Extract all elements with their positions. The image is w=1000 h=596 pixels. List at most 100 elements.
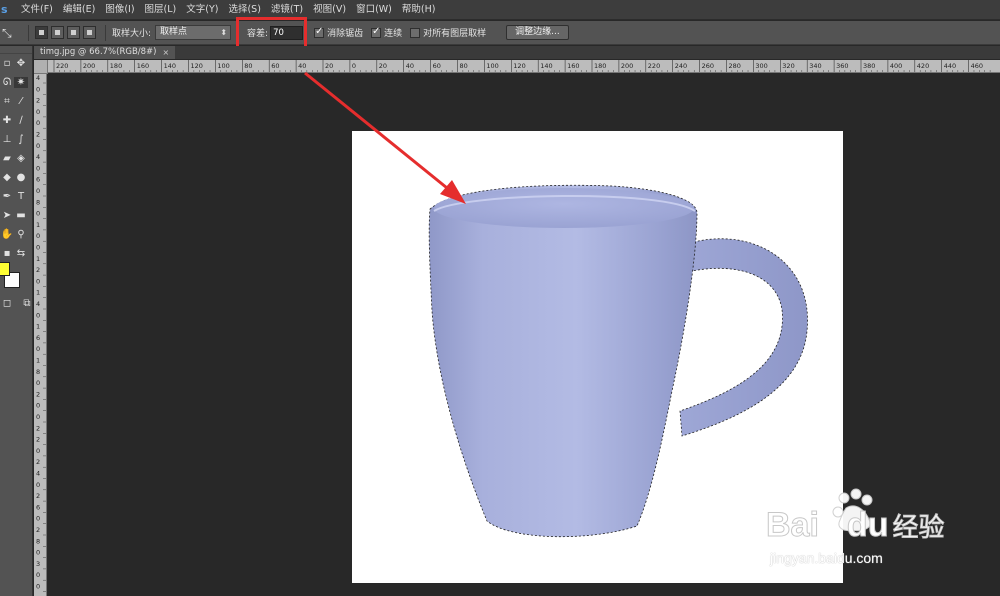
menu-image[interactable]: 图像(I) — [100, 0, 139, 20]
add-selection-mode-button[interactable] — [51, 26, 64, 39]
separator — [28, 24, 29, 41]
move-tool-icon[interactable]: ✥ — [14, 58, 28, 69]
ruler-v-label: 6 — [36, 334, 40, 342]
brush-tool-icon[interactable]: ∕ — [14, 115, 28, 126]
ruler-h-label: 80 — [460, 62, 468, 70]
ruler-h-label: 280 — [729, 62, 741, 70]
ruler-h-label: 120 — [191, 62, 203, 70]
foreground-color-swatch[interactable] — [0, 262, 10, 276]
ruler-v-label: 0 — [36, 413, 40, 421]
mug-handle — [679, 238, 808, 437]
paint-bucket-icon[interactable]: ◈ — [14, 153, 28, 164]
document-tab[interactable]: timg.jpg @ 66.7%(RGB/8#) × — [34, 46, 176, 59]
menu-edit[interactable]: 编辑(E) — [58, 0, 100, 20]
ruler-h-label: 60 — [271, 62, 279, 70]
marquee-tool-icon[interactable]: ▫ — [0, 58, 14, 69]
hand-tool-icon[interactable]: ✋ — [0, 229, 14, 240]
ruler-h-label: 160 — [567, 62, 579, 70]
ruler-h-label: 300 — [755, 62, 767, 70]
ruler-h-label: 20 — [379, 62, 387, 70]
type-tool-icon[interactable]: T — [14, 191, 28, 202]
menu-bar: s 文件(F) 编辑(E) 图像(I) 图层(L) 文字(Y) 选择(S) 滤镜… — [0, 0, 1000, 20]
ruler-h-label: 380 — [863, 62, 875, 70]
default-colors-icon[interactable]: ▪ — [0, 248, 14, 259]
ruler-v-label: 0 — [36, 571, 40, 579]
ruler-v-label: 2 — [36, 458, 40, 466]
sample-size-select[interactable]: 取样点 — [155, 25, 232, 40]
ruler-h-label: 100 — [217, 62, 229, 70]
intersect-selection-mode-button[interactable] — [83, 26, 96, 39]
subtract-selection-mode-button[interactable] — [67, 26, 80, 39]
ruler-h-label: 260 — [702, 62, 714, 70]
horizontal-ruler[interactable]: 220 200 180 160 140 120 100 80 60 40 20 0 20 40 60 80 10… — [48, 60, 1000, 73]
lasso-tool-icon[interactable]: ᘏ — [0, 77, 14, 88]
ruler-h-label: 0 — [352, 62, 356, 70]
ruler-v-label: 8 — [36, 198, 40, 206]
menu-items: 文件(F) 编辑(E) 图像(I) 图层(L) 文字(Y) 选择(S) 滤镜(T… — [16, 0, 440, 20]
menu-view[interactable]: 视图(V) — [308, 0, 351, 20]
ruler-v-label: 0 — [36, 583, 40, 591]
vertical-ruler-ticks: 4 0 2 0 0 2 0 4 0 6 0 8 0 1 0 0 1 2 0 1 4 0 1 6 0 1 8 0 2 0 0 2 2 0 2 4 0 2 6 0… — [36, 74, 46, 592]
document-tab-title: timg.jpg @ 66.7%(RGB/8#) — [40, 47, 157, 57]
zoom-tool-icon[interactable]: ⚲ — [14, 229, 28, 240]
ruler-v-label: 0 — [36, 379, 40, 387]
ruler-h-label: 460 — [971, 62, 983, 70]
sample-size-label: 取样大小: — [112, 29, 152, 39]
history-brush-icon[interactable]: ∫ — [14, 134, 28, 145]
ruler-v-label: 2 — [36, 390, 40, 398]
ruler-v-label: 0 — [36, 108, 40, 116]
all-layers-checkbox[interactable] — [410, 27, 421, 38]
contiguous-checkbox[interactable] — [371, 26, 382, 38]
menu-help[interactable]: 帮助(H) — [397, 0, 441, 20]
swap-colors-icon[interactable]: ⇆ — [14, 248, 28, 259]
ruler-h-label: 220 — [56, 62, 68, 70]
ruler-v-label: 1 — [36, 289, 40, 297]
ruler-v-label: 0 — [36, 164, 40, 172]
eyedropper-tool-icon[interactable]: ⁄ — [14, 96, 28, 107]
magic-wand-tool-icon[interactable]: ⤡ — [0, 21, 22, 45]
ruler-v-label: 1 — [36, 357, 40, 365]
close-icon[interactable]: × — [162, 46, 169, 59]
ruler-v-label: 2 — [36, 424, 40, 432]
ruler-h-label: 160 — [137, 62, 149, 70]
dodge-tool-icon[interactable]: ● — [14, 172, 28, 183]
shape-tool-icon[interactable]: ▬ — [14, 210, 28, 221]
screen-mode-icon[interactable]: ⧉ — [20, 298, 34, 309]
path-select-icon[interactable]: ➤ — [0, 210, 14, 221]
blur-tool-icon[interactable]: ◆ — [0, 172, 14, 183]
crop-tool-icon[interactable]: ⌗ — [0, 96, 14, 107]
refine-edge-button[interactable]: 调整边缘... — [506, 25, 569, 40]
new-selection-mode-button[interactable] — [35, 26, 48, 39]
menu-type[interactable]: 文字(Y) — [181, 0, 223, 20]
ruler-corner[interactable] — [34, 60, 48, 74]
quick-mask-icon[interactable]: ◻ — [0, 298, 14, 309]
anti-alias-option: 消除锯齿 — [314, 26, 363, 39]
contiguous-option: 连续 — [371, 26, 402, 39]
ruler-h-label: 180 — [594, 62, 606, 70]
anti-alias-checkbox[interactable] — [314, 26, 325, 38]
document-tab-strip: timg.jpg @ 66.7%(RGB/8#) × — [34, 46, 1000, 59]
ruler-v-label: 0 — [36, 85, 40, 93]
ruler-v-label: 0 — [36, 549, 40, 557]
magic-wand-icon[interactable]: ✷ — [14, 77, 28, 88]
stamp-tool-icon[interactable]: ⊥ — [0, 134, 14, 145]
all-layers-option: 对所有图层取样 — [410, 26, 486, 39]
menu-file[interactable]: 文件(F) — [16, 0, 58, 20]
pen-tool-icon[interactable]: ✒ — [0, 191, 14, 202]
ruler-v-label: 1 — [36, 323, 40, 331]
healing-tool-icon[interactable]: ✚ — [0, 115, 14, 126]
vertical-ruler[interactable]: 4 0 2 0 0 2 0 4 0 6 0 8 0 1 0 0 1 2 0 1 4 0 1 6 0 1 8 0 2 0 0 2 2 0 2 4 0 2 6 0… — [34, 74, 47, 596]
ruler-h-label: 100 — [486, 62, 498, 70]
ruler-h-label: 340 — [809, 62, 821, 70]
menu-layer[interactable]: 图层(L) — [140, 0, 182, 20]
eraser-tool-icon[interactable]: ▰ — [0, 153, 14, 164]
ruler-v-label: 0 — [36, 345, 40, 353]
ruler-v-label: 8 — [36, 537, 40, 545]
contiguous-label: 连续 — [384, 29, 403, 39]
ruler-v-label: 1 — [36, 255, 40, 263]
menu-window[interactable]: 窗口(W) — [351, 0, 397, 20]
ruler-h-label: 240 — [675, 62, 687, 70]
ruler-h-label: 80 — [244, 62, 252, 70]
ruler-h-label: 360 — [836, 62, 848, 70]
toolbox-grip[interactable] — [0, 46, 32, 54]
